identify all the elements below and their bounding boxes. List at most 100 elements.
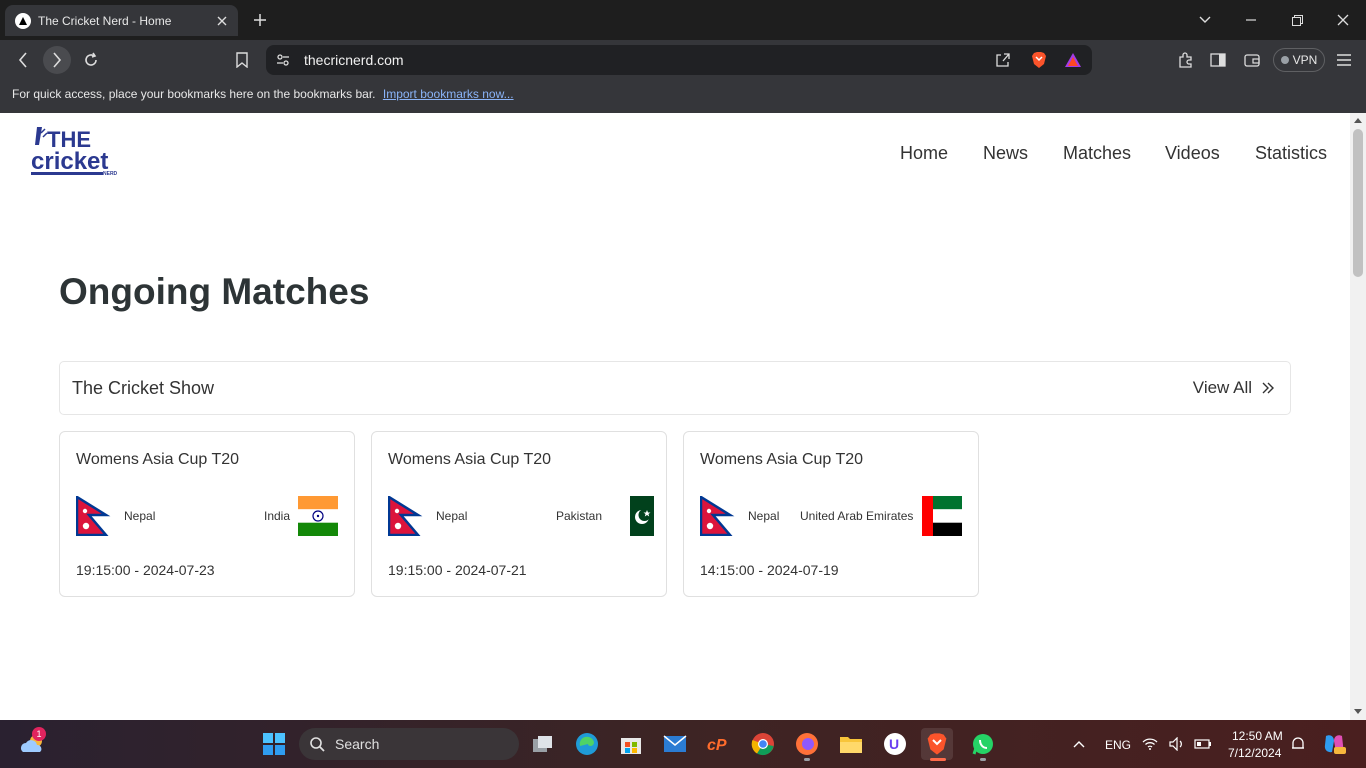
double-chevron-right-icon — [1262, 382, 1274, 394]
firefox-icon[interactable] — [791, 728, 823, 760]
back-icon[interactable] — [9, 46, 37, 74]
nav-home[interactable]: Home — [900, 143, 948, 164]
page-viewport: THE cricket NERD Home News Matches Video… — [0, 113, 1350, 720]
url-text: thecricnerd.com — [304, 52, 404, 68]
team1-name: Nepal — [748, 509, 780, 523]
copilot-icon[interactable] — [1318, 728, 1350, 760]
weather-notification-badge: 1 — [32, 727, 46, 741]
import-bookmarks-link[interactable]: Import bookmarks now... — [383, 87, 514, 101]
windows-start-icon[interactable] — [258, 728, 290, 760]
svg-text:NERD: NERD — [103, 171, 118, 177]
svg-text:cP: cP — [707, 737, 727, 753]
restore-icon[interactable] — [1274, 0, 1320, 40]
battery-icon[interactable] — [1193, 728, 1213, 760]
page-title: Ongoing Matches — [59, 271, 370, 312]
bookmark-icon[interactable] — [228, 46, 256, 74]
team1-name: Nepal — [436, 509, 468, 523]
mail-icon[interactable] — [659, 728, 691, 760]
volume-icon[interactable] — [1167, 728, 1187, 760]
close-window-icon[interactable] — [1320, 0, 1366, 40]
task-view-icon[interactable] — [527, 728, 559, 760]
match-time: 14:15:00 - 2024-07-19 — [700, 562, 839, 578]
brave-taskbar-icon[interactable] — [921, 728, 953, 760]
match-series: Womens Asia Cup T20 — [700, 451, 864, 468]
india-flag-icon — [298, 496, 338, 536]
browser-toolbar: thecricnerd.com VPN — [0, 40, 1366, 80]
minimize-icon[interactable] — [1228, 0, 1274, 40]
vpn-button[interactable]: VPN — [1273, 48, 1325, 72]
menu-icon[interactable] — [1334, 50, 1354, 70]
site-logo[interactable]: THE cricket NERD — [31, 125, 119, 177]
wallet-icon[interactable] — [1242, 50, 1262, 70]
firefox-open-indicator — [804, 758, 810, 761]
cpanel-icon[interactable]: cP — [703, 728, 735, 760]
whatsapp-icon[interactable] — [967, 728, 999, 760]
nav-videos[interactable]: Videos — [1165, 143, 1220, 164]
search-icon — [310, 737, 325, 752]
share-icon[interactable] — [994, 51, 1012, 69]
view-all-label: View All — [1192, 378, 1252, 397]
tab-title: The Cricket Nerd - Home — [38, 13, 172, 28]
nav-matches[interactable]: Matches — [1063, 143, 1131, 164]
browser-tab-active[interactable]: The Cricket Nerd - Home — [5, 5, 238, 36]
pakistan-flag-icon — [622, 496, 654, 536]
team2-name: United Arab Emirates — [800, 509, 914, 523]
show-hidden-icons-chevron[interactable] — [1063, 728, 1095, 760]
forward-icon[interactable] — [43, 46, 71, 74]
notification-icon[interactable] — [1288, 728, 1308, 760]
nepal-flag-icon — [700, 496, 735, 536]
brave-rewards-icon[interactable] — [1064, 51, 1082, 69]
upwork-app-icon[interactable]: U — [879, 728, 911, 760]
section-header-panel: The Cricket Show View All — [59, 361, 1291, 415]
site-favicon-icon — [15, 12, 31, 29]
nepal-flag-icon — [388, 496, 423, 536]
svg-text:U: U — [889, 736, 899, 752]
match-card[interactable]: Womens Asia Cup T20 Nepal Pakistan 19:15… — [371, 431, 667, 597]
new-tab-icon[interactable] — [250, 10, 270, 30]
edge-icon[interactable] — [571, 728, 603, 760]
match-series: Womens Asia Cup T20 — [388, 451, 552, 468]
match-card[interactable]: Womens Asia Cup T20 Nepal India 19:15:00… — [59, 431, 355, 597]
page-scrollbar[interactable] — [1350, 113, 1366, 720]
sidebar-icon[interactable] — [1208, 50, 1228, 70]
section-title: The Cricket Show — [72, 378, 215, 398]
tab-search-chevron-icon[interactable] — [1182, 0, 1228, 40]
site-settings-icon[interactable] — [274, 51, 292, 69]
tab-close-icon[interactable] — [214, 13, 230, 29]
file-explorer-icon[interactable] — [835, 728, 867, 760]
match-time: 19:15:00 - 2024-07-23 — [76, 562, 215, 578]
bookmarks-bar-text: For quick access, place your bookmarks h… — [12, 87, 376, 101]
view-all-link[interactable]: View All — [1193, 378, 1274, 398]
wifi-icon[interactable] — [1140, 728, 1160, 760]
brave-shields-icon[interactable] — [1030, 51, 1048, 69]
vpn-status-icon — [1280, 56, 1289, 64]
svg-text:cricket: cricket — [31, 148, 108, 175]
chrome-icon[interactable] — [747, 728, 779, 760]
team2-name: Pakistan — [556, 509, 603, 523]
vpn-label: VPN — [1292, 53, 1318, 67]
brave-active-indicator — [930, 758, 946, 761]
nav-news[interactable]: News — [983, 143, 1028, 164]
match-card[interactable]: Womens Asia Cup T20 Nepal United Arab Em… — [683, 431, 979, 597]
bookmarks-bar: For quick access, place your bookmarks h… — [0, 80, 1366, 113]
cricket-nerd-logo-icon: THE cricket NERD — [31, 127, 118, 177]
clock-date[interactable]: 7/12/2024 — [1228, 746, 1281, 760]
microsoft-store-icon[interactable] — [615, 728, 647, 760]
language-indicator[interactable]: ENG — [1105, 738, 1131, 752]
team2-name: India — [264, 509, 291, 523]
uae-flag-icon — [922, 496, 962, 536]
address-bar[interactable]: thecricnerd.com — [266, 45, 1092, 75]
reload-icon[interactable] — [77, 46, 105, 74]
search-placeholder: Search — [335, 736, 380, 752]
whatsapp-open-indicator — [980, 758, 986, 761]
taskbar-search[interactable]: Search — [299, 728, 519, 760]
extensions-icon[interactable] — [1176, 50, 1196, 70]
match-time: 19:15:00 - 2024-07-21 — [388, 562, 527, 578]
nav-statistics[interactable]: Statistics — [1255, 143, 1327, 164]
scroll-down-icon[interactable] — [1354, 709, 1362, 714]
clock-time[interactable]: 12:50 AM — [1232, 729, 1283, 743]
team1-name: Nepal — [124, 509, 156, 523]
scroll-up-icon[interactable] — [1354, 118, 1362, 123]
scrollbar-thumb[interactable] — [1353, 129, 1363, 277]
match-series: Womens Asia Cup T20 — [76, 451, 240, 468]
